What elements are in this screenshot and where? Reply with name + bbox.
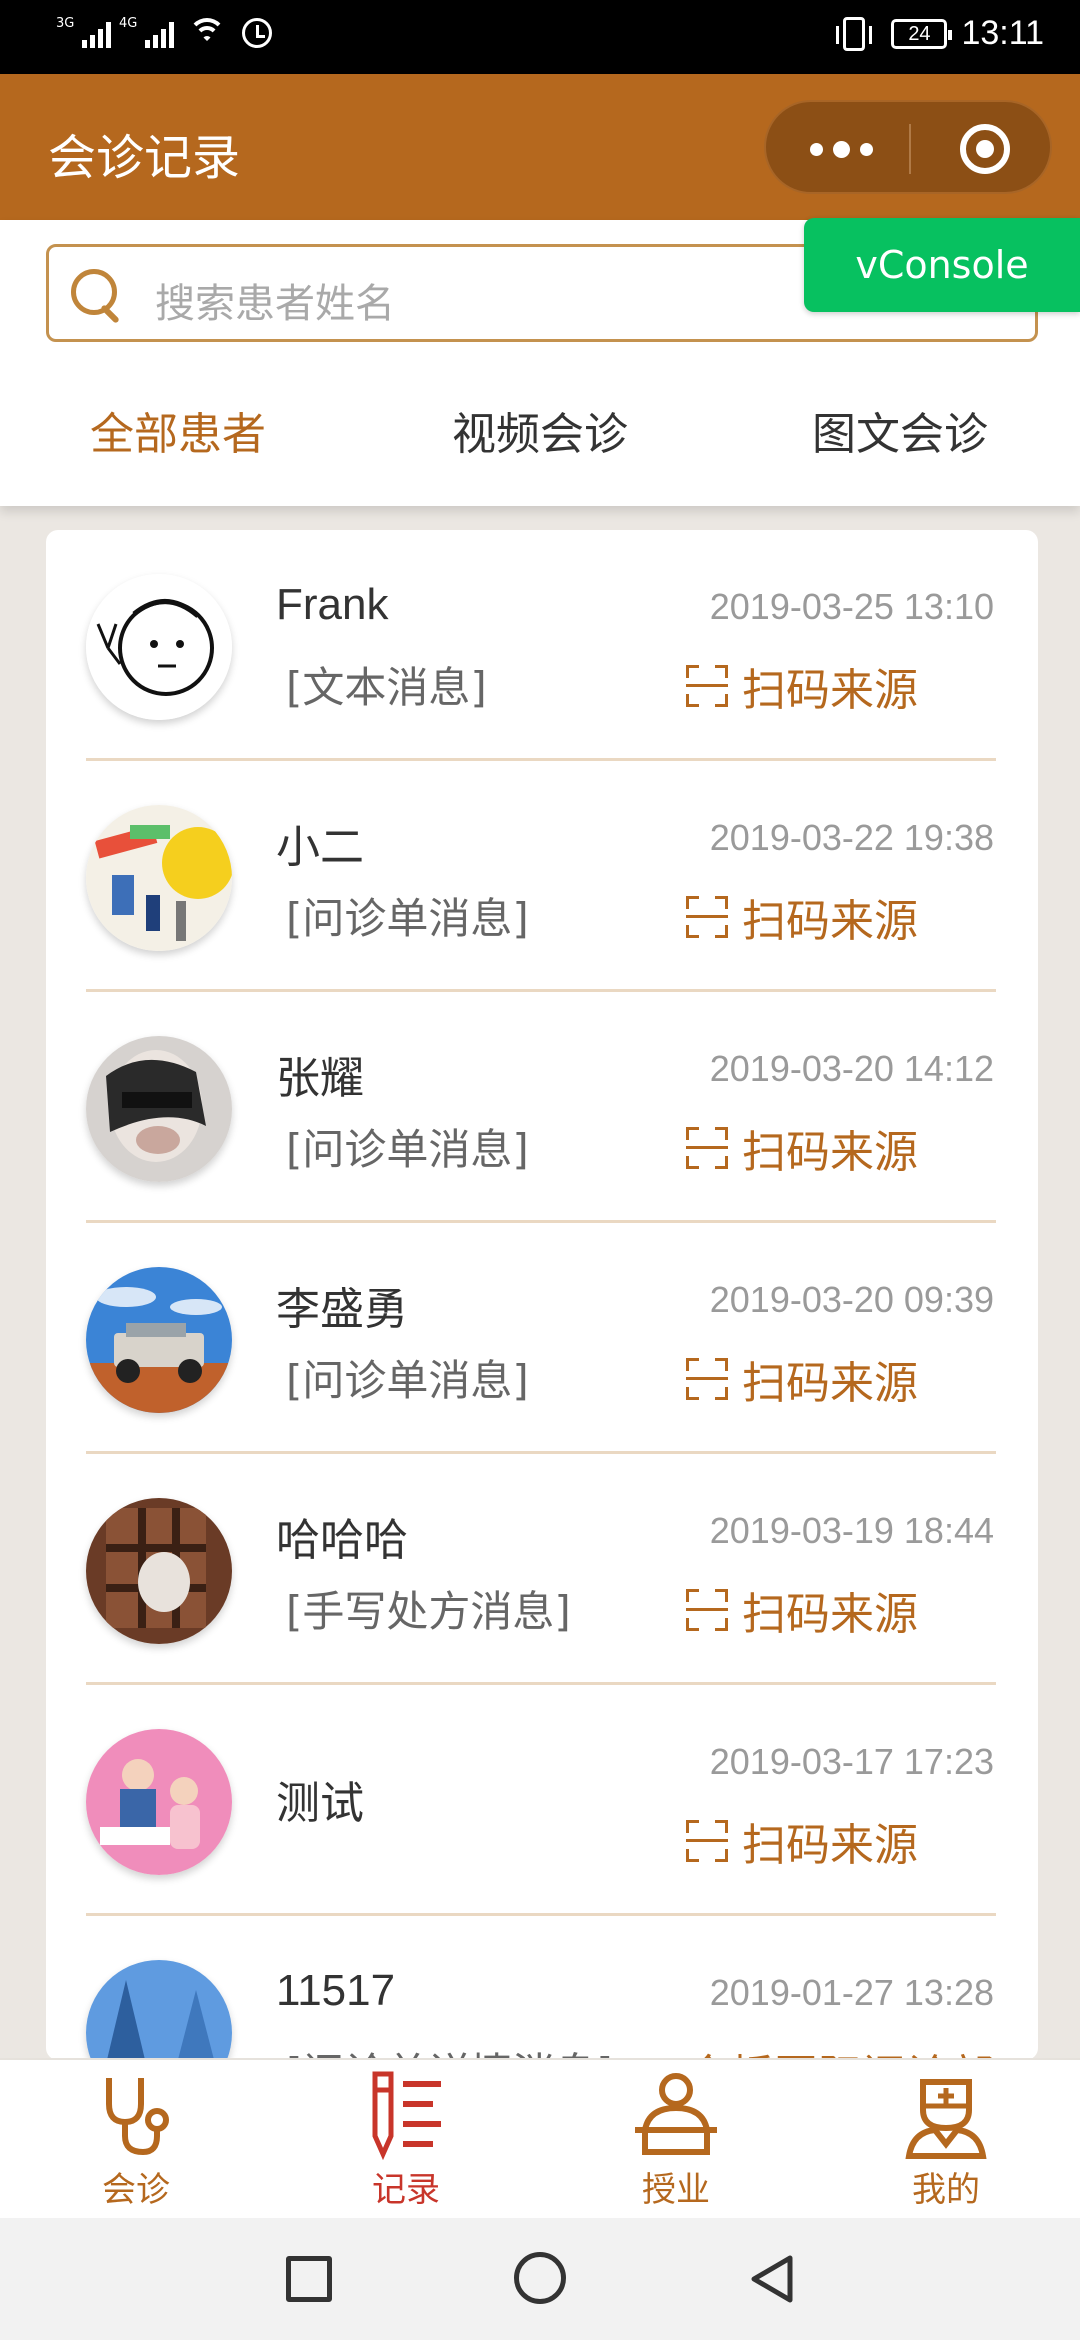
record-time: 2019-03-17 17:23 — [709, 1741, 994, 1782]
last-message: [问诊单消息] — [286, 1125, 529, 1174]
back-icon[interactable] — [746, 2252, 798, 2306]
header: 会诊记录 — [0, 74, 1080, 220]
avatar — [86, 1960, 232, 2060]
scan-icon — [686, 1127, 728, 1169]
patient-name: 11517 — [276, 1966, 396, 2015]
signal-3g-icon: 3G — [56, 16, 111, 48]
vconsole-button[interactable]: vConsole — [804, 218, 1080, 312]
search-placeholder: 搜索患者姓名 — [155, 281, 395, 327]
tab-consult[interactable]: 会诊 — [46, 2070, 226, 2216]
list-item[interactable]: 测试 2019-03-17 17:23 扫码来源 — [46, 1685, 1038, 1916]
source-label: 扫码来源 — [742, 665, 918, 716]
source-tag: 扫码来源 — [686, 885, 918, 949]
last-message: [问诊单消息] — [286, 894, 529, 943]
teacher-icon — [631, 2070, 721, 2160]
tab-bar: 会诊 记录 授业 我的 — [0, 2058, 1080, 2218]
clock: 13:11 — [961, 14, 1044, 52]
record-time: 2019-03-20 14:12 — [709, 1048, 994, 1089]
close-mini-program-icon[interactable] — [960, 124, 1010, 174]
search-icon — [69, 267, 119, 323]
patient-name: 小二 — [276, 823, 364, 872]
source-tag: 扫码来源 — [686, 1809, 918, 1873]
last-message: [手写处方消息] — [286, 1587, 571, 1636]
tab-label: 授业 — [642, 2170, 710, 2210]
mini-program-capsule — [764, 100, 1052, 194]
record-time: 2019-01-27 13:28 — [709, 1972, 994, 2013]
source-label: 扫码来源 — [742, 1589, 918, 1640]
signal-4g-icon: 4G — [119, 16, 174, 48]
vibrate-icon — [836, 16, 873, 51]
status-bar: 3G 4G 24 13:11 — [0, 0, 1080, 74]
patient-name: 张耀 — [276, 1054, 364, 1103]
capsule-divider — [909, 124, 911, 174]
recents-icon[interactable] — [286, 2256, 332, 2302]
battery-icon: 24 — [891, 18, 953, 49]
record-time: 2019-03-25 13:10 — [709, 586, 994, 627]
list-item[interactable]: 哈哈哈 [手写处方消息] 2019-03-19 18:44 扫码来源 — [46, 1454, 1038, 1685]
record-time: 2019-03-22 19:38 — [709, 817, 994, 858]
scan-icon — [686, 1820, 728, 1862]
record-time: 2019-03-20 09:39 — [709, 1279, 994, 1320]
last-message: [问诊单详情消息] — [286, 2040, 613, 2060]
status-right: 24 13:11 — [836, 14, 1044, 53]
avatar — [86, 574, 232, 720]
avatar — [86, 1036, 232, 1182]
source-label: 扫码来源 — [742, 1358, 918, 1409]
patient-name: Frank — [276, 580, 389, 629]
tab-mine[interactable]: 我的 — [856, 2070, 1036, 2216]
list-item[interactable]: 11517 [问诊单详情消息] 2019-01-27 13:28 金桥国际问诊部 — [46, 1916, 1038, 2060]
scan-icon — [686, 1589, 728, 1631]
source-tag: 扫码来源 — [686, 1578, 918, 1642]
more-icon[interactable] — [806, 140, 876, 158]
source-label: 扫码来源 — [742, 1820, 918, 1871]
network-type-3g: 3G — [56, 16, 75, 31]
network-type-4g: 4G — [119, 16, 138, 31]
doctor-icon — [901, 2070, 991, 2160]
tab-label: 我的 — [912, 2170, 980, 2210]
scan-icon — [686, 665, 728, 707]
record-time: 2019-03-19 18:44 — [709, 1510, 994, 1551]
avatar — [86, 1267, 232, 1413]
source-tag: 金桥国际问诊部 — [686, 2040, 994, 2060]
source-tag: 扫码来源 — [686, 1116, 918, 1180]
system-nav-bar — [0, 2218, 1080, 2340]
tab-teaching[interactable]: 授业 — [586, 2070, 766, 2216]
scan-icon — [686, 1358, 728, 1400]
page-title: 会诊记录 — [48, 130, 241, 186]
patient-name: 哈哈哈 — [276, 1516, 408, 1565]
tab-image-text-consult[interactable]: 图文会诊 — [812, 398, 988, 462]
avatar — [86, 1498, 232, 1644]
list-item[interactable]: 李盛勇 [问诊单消息] 2019-03-20 09:39 扫码来源 — [46, 1223, 1038, 1454]
source-label: 金桥国际问诊部 — [686, 2040, 994, 2060]
tab-video-consult[interactable]: 视频会诊 — [452, 398, 628, 462]
battery-level: 24 — [908, 22, 931, 45]
home-icon[interactable] — [514, 2252, 566, 2304]
scan-icon — [686, 896, 728, 938]
avatar — [86, 805, 232, 951]
stethoscope-icon — [91, 2070, 181, 2160]
tab-all-patients[interactable]: 全部患者 — [90, 398, 266, 462]
list-item[interactable]: 张耀 [问诊单消息] 2019-03-20 14:12 扫码来源 — [46, 992, 1038, 1223]
alarm-icon — [242, 18, 272, 48]
tab-records[interactable]: 记录 — [316, 2070, 496, 2216]
avatar — [86, 1729, 232, 1875]
tab-label: 记录 — [372, 2170, 440, 2210]
wifi-icon — [188, 18, 226, 48]
tab-label: 会诊 — [102, 2170, 170, 2210]
list-item[interactable]: 小二 [问诊单消息] 2019-03-22 19:38 扫码来源 — [46, 761, 1038, 992]
source-label: 扫码来源 — [742, 896, 918, 947]
patient-name: 测试 — [276, 1779, 364, 1828]
list-item[interactable]: Frank [文本消息] 2019-03-25 13:10 扫码来源 — [46, 530, 1038, 761]
source-tag: 扫码来源 — [686, 1347, 918, 1411]
patient-name: 李盛勇 — [276, 1285, 408, 1334]
last-message: [问诊单消息] — [286, 1356, 529, 1405]
record-list-icon — [361, 2070, 451, 2161]
source-tag: 扫码来源 — [686, 654, 918, 718]
status-left: 3G 4G — [56, 16, 272, 48]
patient-tabs: 全部患者 视频会诊 图文会诊 — [0, 388, 1080, 464]
source-label: 扫码来源 — [742, 1127, 918, 1178]
record-list: Frank [文本消息] 2019-03-25 13:10 扫码来源 小二 [问… — [46, 530, 1038, 2060]
last-message: [文本消息] — [286, 663, 487, 712]
